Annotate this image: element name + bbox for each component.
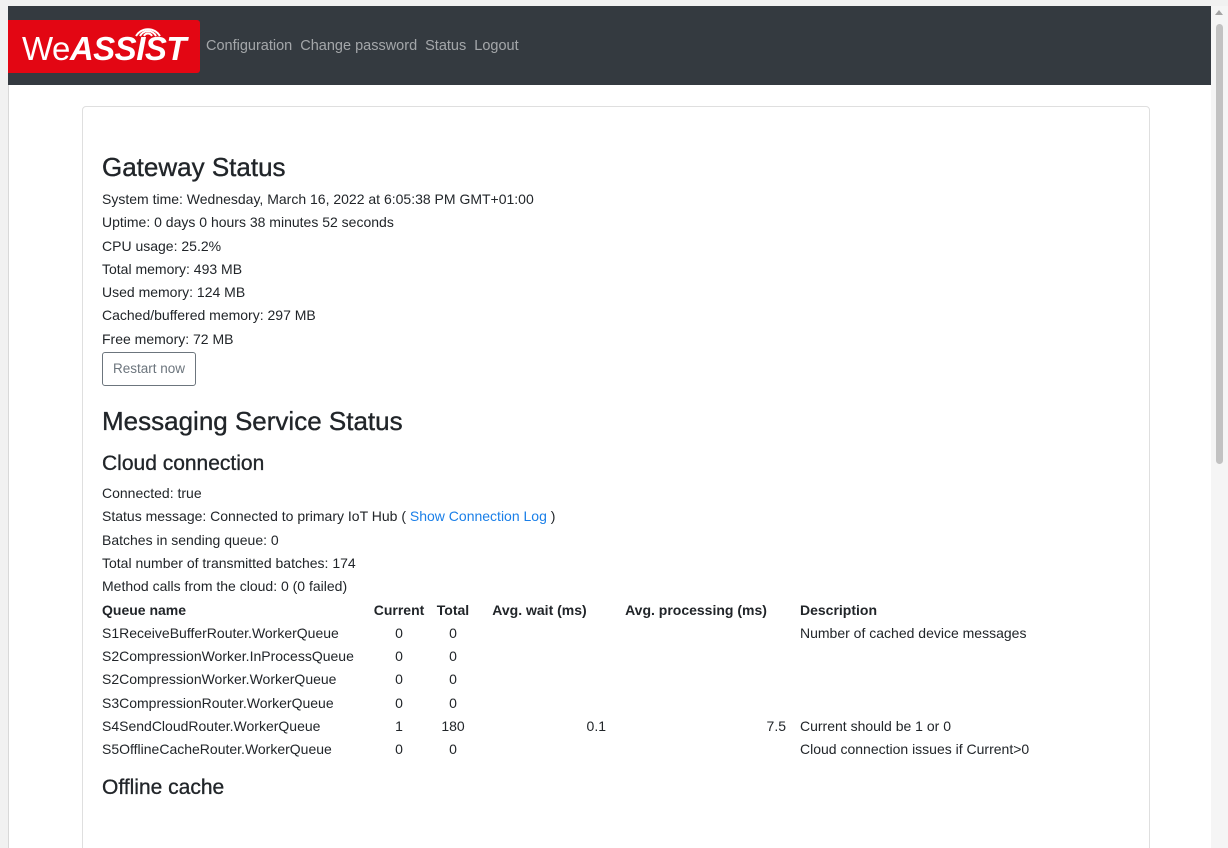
current-cell: 0 xyxy=(395,648,403,665)
total-cell: 180 xyxy=(441,718,465,735)
queue-name-cell: S2CompressionWorker.InProcessQueue xyxy=(102,648,354,665)
table-row: S1ReceiveBufferRouter.WorkerQueue 0 0 Nu… xyxy=(102,622,1029,645)
avg-wait-cell xyxy=(473,692,606,715)
queue-name-cell: S1ReceiveBufferRouter.WorkerQueue xyxy=(102,624,339,641)
header-avg-wait: Avg. wait (ms) xyxy=(492,601,587,618)
used-memory: Used memory: 124 MB xyxy=(102,284,246,301)
window-left-edge xyxy=(0,6,9,848)
avg-wait-cell xyxy=(473,645,606,668)
description-cell: Cloud connection issues if Current>0 xyxy=(800,741,1030,758)
table-row: S4SendCloudRouter.WorkerQueue 1 180 0.1 … xyxy=(102,715,1029,738)
description-cell xyxy=(786,668,1029,691)
total-cell: 0 xyxy=(449,648,457,665)
total-cell: 0 xyxy=(449,671,457,688)
transmitted-batches: Total number of transmitted batches: 174 xyxy=(102,554,356,571)
avg-wait-cell xyxy=(473,622,606,645)
brand-suffix: ASSIST xyxy=(69,29,187,67)
avg-processing-cell xyxy=(606,645,786,668)
scroll-up-arrow-icon[interactable] xyxy=(1215,10,1223,15)
total-cell: 0 xyxy=(449,741,457,758)
total-cell: 0 xyxy=(449,624,457,641)
brand-logo[interactable]: WeASSIST xyxy=(8,20,200,73)
top-navbar: WeASSIST Configuration Change password S… xyxy=(8,6,1211,85)
queue-name-cell: S2CompressionWorker.WorkerQueue xyxy=(102,671,337,688)
cloud-connection-title: Cloud connection xyxy=(102,452,265,476)
header-current: Current xyxy=(373,601,425,618)
brand-name: WeASSIST xyxy=(21,29,187,68)
table-row: S2CompressionWorker.WorkerQueue 0 0 xyxy=(102,668,1029,691)
current-cell: 0 xyxy=(395,624,403,641)
table-row: S3CompressionRouter.WorkerQueue 0 0 xyxy=(102,692,1029,715)
table-row: S2CompressionWorker.InProcessQueue 0 0 xyxy=(102,645,1029,668)
nav-configuration[interactable]: Configuration xyxy=(206,38,292,54)
avg-processing-cell: 7.5 xyxy=(766,718,786,735)
batches-in-queue: Batches in sending queue: 0 xyxy=(102,531,279,548)
method-calls: Method calls from the cloud: 0 (0 failed… xyxy=(102,578,348,595)
offline-cache-title: Offline cache xyxy=(102,775,225,799)
header-avg-processing: Avg. processing (ms) xyxy=(625,601,767,618)
current-cell: 0 xyxy=(395,671,403,688)
system-time: System time: Wednesday, March 16, 2022 a… xyxy=(102,191,534,207)
description-cell: Number of cached device messages xyxy=(800,624,1027,641)
restart-now-button[interactable]: Restart now xyxy=(102,352,197,387)
queue-table-header: Queue name Current Total Avg. wait (ms) … xyxy=(102,599,1029,622)
avg-processing-cell xyxy=(606,622,786,645)
current-cell: 1 xyxy=(395,718,403,735)
cpu-usage: CPU usage: 25.2% xyxy=(102,237,222,254)
nav-menu: Configuration Change password Status Log… xyxy=(206,6,527,85)
avg-processing-cell xyxy=(606,738,786,761)
status-content: Gateway Status System time: Wednesday, M… xyxy=(102,148,1132,804)
uptime: Uptime: 0 days 0 hours 38 minutes 52 sec… xyxy=(102,214,394,231)
header-queue-name: Queue name xyxy=(102,601,187,618)
connected-status: Connected: true xyxy=(102,485,202,502)
header-total: Total xyxy=(436,601,470,618)
header-description: Description xyxy=(800,601,878,618)
messaging-status-title: Messaging Service Status xyxy=(102,406,403,437)
status-message-close: ) xyxy=(546,508,556,525)
show-connection-log-link[interactable]: Show Connection Log xyxy=(410,508,547,524)
cached-memory: Cached/buffered memory: 297 MB xyxy=(102,307,316,324)
nav-status[interactable]: Status xyxy=(425,38,466,54)
description-cell: Current should be 1 or 0 xyxy=(800,718,951,735)
scroll-thumb[interactable] xyxy=(1216,24,1223,464)
total-memory: Total memory: 493 MB xyxy=(102,260,243,277)
queue-name-cell: S3CompressionRouter.WorkerQueue xyxy=(102,694,334,711)
queue-name-cell: S4SendCloudRouter.WorkerQueue xyxy=(102,718,321,735)
browser-viewport: WeASSIST Configuration Change password S… xyxy=(0,0,1228,848)
avg-processing-cell xyxy=(606,668,786,691)
queue-name-cell: S5OfflineCacheRouter.WorkerQueue xyxy=(102,741,332,758)
total-cell: 0 xyxy=(449,694,457,711)
status-message-text: Status message: Connected to primary IoT… xyxy=(102,508,410,525)
status-message: Status message: Connected to primary IoT… xyxy=(102,505,1132,528)
nav-change-password[interactable]: Change password xyxy=(300,38,417,54)
free-memory: Free memory: 72 MB xyxy=(102,330,234,347)
description-cell xyxy=(786,692,1029,715)
current-cell: 0 xyxy=(395,694,403,711)
brand-prefix: We xyxy=(21,29,70,67)
nav-logout[interactable]: Logout xyxy=(474,38,518,54)
avg-wait-cell: 0.1 xyxy=(586,718,606,735)
queue-table: Queue name Current Total Avg. wait (ms) … xyxy=(102,599,1029,762)
gateway-status-title: Gateway Status xyxy=(102,152,286,182)
avg-wait-cell xyxy=(473,738,606,761)
vertical-scrollbar[interactable] xyxy=(1211,6,1228,848)
description-cell xyxy=(786,645,1029,668)
avg-processing-cell xyxy=(606,692,786,715)
current-cell: 0 xyxy=(395,741,403,758)
table-row: S5OfflineCacheRouter.WorkerQueue 0 0 Clo… xyxy=(102,738,1029,761)
avg-wait-cell xyxy=(473,668,606,691)
